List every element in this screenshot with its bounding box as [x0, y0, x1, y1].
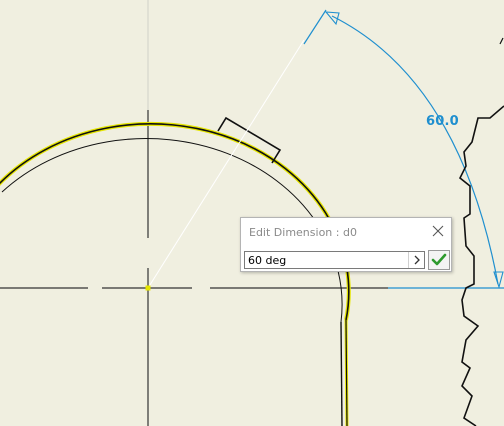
chevron-right-icon — [414, 255, 420, 265]
close-icon[interactable] — [431, 224, 445, 238]
edit-dimension-dialog: Edit Dimension : d0 — [240, 217, 452, 272]
axis-gap-2 — [192, 286, 210, 290]
axis-gap-1 — [88, 286, 102, 290]
dimension-value-input[interactable] — [245, 252, 408, 268]
circle-lower-edge — [340, 321, 343, 426]
expand-button[interactable] — [408, 252, 424, 268]
accept-button[interactable] — [428, 250, 450, 270]
sketch-canvas[interactable] — [0, 0, 504, 426]
center-point[interactable] — [145, 285, 151, 291]
gear-profile[interactable] — [458, 105, 504, 426]
checkmark-icon — [431, 253, 447, 266]
dimension-value-label[interactable]: 60.0 — [426, 114, 459, 129]
axis-gap-3 — [146, 238, 150, 268]
edge-tick — [499, 37, 504, 45]
dimension-extension-line — [303, 9, 327, 45]
dimension-arrow-bottom — [493, 271, 504, 289]
dimension-input-box — [244, 251, 425, 269]
dialog-title: Edit Dimension : d0 — [249, 226, 357, 239]
